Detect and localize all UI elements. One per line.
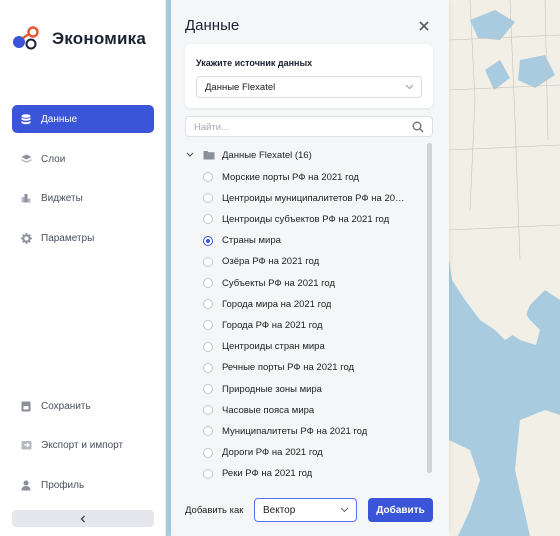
dataset-item[interactable]: Дороги РФ на 2021 год — [203, 445, 413, 461]
dataset-item[interactable]: Реки РФ на 2021 год — [203, 466, 413, 482]
radio-button[interactable] — [203, 214, 213, 225]
search-input[interactable] — [186, 118, 396, 137]
user-icon — [20, 479, 32, 491]
save-icon — [20, 400, 32, 412]
search-icon[interactable] — [412, 121, 424, 133]
search-box — [185, 116, 433, 137]
dataset-item-label: Центроиды муниципалитетов РФ на 2021 год — [222, 192, 408, 204]
dataset-item-label: Центроиды субъектов РФ на 2021 год — [222, 213, 390, 225]
source-select[interactable]: Данные Flexatel — [196, 76, 422, 98]
dataset-item[interactable]: Муниципалитеты РФ на 2021 год — [203, 423, 413, 439]
add-as-label: Добавить как — [185, 505, 244, 516]
chevron-down-icon — [405, 84, 414, 90]
dataset-item-label: Субъекты РФ на 2021 год — [222, 277, 336, 289]
radio-button[interactable] — [203, 299, 213, 310]
radio-button[interactable] — [203, 405, 213, 416]
dataset-item-label: Природные зоны мира — [222, 383, 322, 395]
source-select-value: Данные Flexatel — [205, 81, 276, 93]
panel-footer: Добавить как Вектор Добавить — [171, 496, 449, 536]
format-select[interactable]: Вектор — [254, 498, 357, 522]
add-button[interactable]: Добавить — [368, 498, 433, 522]
dataset-item[interactable]: Страны мира — [203, 233, 413, 249]
close-icon — [419, 21, 429, 31]
radio-button[interactable] — [203, 468, 213, 479]
dataset-tree: Данные Flexatel (16) Морские порты РФ на… — [185, 143, 433, 489]
app-name: Экономика — [52, 29, 146, 48]
radio-button[interactable] — [203, 384, 213, 394]
sidebar-item-data[interactable]: Данные — [12, 105, 154, 133]
chevron-down-icon — [340, 507, 349, 513]
chevron-down-icon[interactable] — [185, 151, 195, 159]
radio-button[interactable] — [203, 447, 213, 458]
radio-button[interactable] — [203, 320, 213, 331]
dataset-item[interactable]: Центроиды субъектов РФ на 2021 год — [203, 211, 413, 227]
radio-button[interactable] — [203, 193, 213, 204]
dataset-item[interactable]: Почвы мира — [203, 487, 413, 489]
dataset-item-label: Города мира на 2021 год — [222, 298, 332, 310]
dataset-item-label: Города РФ на 2021 год — [222, 319, 323, 331]
group-label: Данные Flexatel (16) — [222, 149, 312, 161]
dataset-item-label: Речные порты РФ на 2021 год — [222, 362, 355, 374]
sidebar-item-export-import[interactable]: Экспорт и импорт — [12, 431, 154, 459]
sidebar: Экономика Данные Слои Виджеты Параметры … — [0, 0, 166, 536]
database-icon — [20, 113, 32, 125]
panel-title: Данные — [185, 17, 240, 34]
dataset-item-label: Центроиды стран мира — [222, 341, 325, 353]
dataset-item-label: Страны мира — [222, 235, 281, 247]
radio-button[interactable] — [203, 172, 213, 182]
sidebar-item-label: Параметры — [41, 232, 95, 244]
widgets-icon — [20, 192, 32, 204]
sidebar-item-label: Данные — [41, 113, 78, 125]
dataset-item[interactable]: Озёра РФ на 2021 год — [203, 254, 413, 270]
sidebar-item-parameters[interactable]: Параметры — [12, 224, 154, 252]
radio-button[interactable] — [203, 278, 213, 288]
dataset-group[interactable]: Данные Flexatel (16) — [185, 148, 312, 162]
radio-button[interactable] — [203, 341, 213, 352]
sidebar-item-label: Профиль — [41, 479, 85, 491]
source-card: Укажите источник данных Данные Flexatel — [185, 44, 433, 108]
sidebar-item-label: Слои — [41, 153, 66, 165]
dataset-item[interactable]: Часовые пояса мира — [203, 402, 413, 418]
dataset-item-label: Реки РФ на 2021 год — [222, 468, 313, 480]
sidebar-item-layers[interactable]: Слои — [12, 145, 154, 173]
layers-icon — [20, 153, 32, 165]
radio-button[interactable] — [203, 362, 213, 373]
chevron-left-icon — [80, 515, 85, 522]
sidebar-item-profile[interactable]: Профиль — [12, 471, 154, 499]
data-panel: Данные Укажите источник данных Данные Fl… — [171, 0, 449, 536]
export-icon — [20, 439, 32, 451]
dataset-item[interactable]: Центроиды стран мира — [203, 339, 413, 355]
tree-scrollbar[interactable] — [427, 143, 432, 473]
dataset-item-label: Муниципалитеты РФ на 2021 год — [222, 425, 368, 437]
sidebar-item-save[interactable]: Сохранить — [12, 392, 154, 420]
radio-button[interactable] — [203, 426, 213, 437]
radio-button[interactable] — [203, 235, 213, 246]
dataset-item[interactable]: Города РФ на 2021 год — [203, 317, 413, 333]
dataset-item[interactable]: Природные зоны мира — [203, 381, 413, 397]
collapse-sidebar-button[interactable] — [12, 510, 154, 527]
dataset-item[interactable]: Морские порты РФ на 2021 год — [203, 169, 413, 185]
sidebar-item-widgets[interactable]: Виджеты — [12, 184, 154, 212]
scrollbar-thumb[interactable] — [427, 143, 432, 473]
dataset-item[interactable]: Речные порты РФ на 2021 год — [203, 360, 413, 376]
app-logo[interactable]: Экономика — [12, 26, 146, 52]
radio-button[interactable] — [203, 256, 213, 267]
logo-icon — [13, 26, 39, 50]
sidebar-item-label: Экспорт и импорт — [41, 439, 124, 451]
format-select-value: Вектор — [263, 504, 296, 516]
close-panel-button[interactable] — [417, 19, 431, 33]
dataset-item[interactable]: Города мира на 2021 год — [203, 296, 413, 312]
gear-icon — [20, 232, 32, 244]
folder-icon — [203, 151, 215, 160]
dataset-item-label: Озёра РФ на 2021 год — [222, 256, 320, 268]
dataset-item[interactable]: Центроиды муниципалитетов РФ на 2021 год — [203, 190, 413, 206]
dataset-item[interactable]: Субъекты РФ на 2021 год — [203, 275, 413, 291]
dataset-item-label: Дороги РФ на 2021 год — [222, 447, 323, 459]
dataset-item-label: Часовые пояса мира — [222, 404, 315, 416]
source-label: Укажите источник данных — [196, 58, 313, 68]
sidebar-item-label: Сохранить — [41, 400, 91, 412]
dataset-item-label: Морские порты РФ на 2021 год — [222, 171, 359, 183]
sidebar-item-label: Виджеты — [41, 192, 83, 204]
